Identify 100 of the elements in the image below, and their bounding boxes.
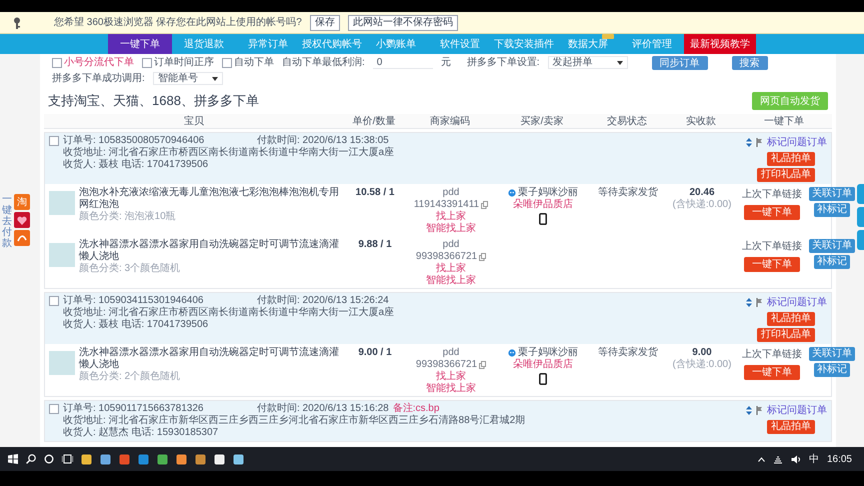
profit-input[interactable]: 0 (372, 56, 433, 69)
checkbox[interactable] (49, 296, 59, 306)
filter-button[interactable]: 同步订单 (652, 56, 708, 70)
seller-name[interactable]: 朵唯伊品质店 (513, 359, 573, 371)
unit-label: 元 (440, 56, 451, 70)
taobao-tile[interactable]: 淘 (14, 194, 30, 210)
swoosh-tile-icon[interactable] (14, 230, 30, 246)
nav-tab[interactable]: 异常订单 (236, 34, 300, 54)
last-order-link[interactable]: 上次下单链接 (742, 187, 802, 202)
find-supplier-link[interactable]: 智能找上家 (426, 383, 476, 395)
app-icon (100, 454, 111, 464)
gift-button[interactable]: 礼品拍单 (767, 312, 815, 326)
pay-time: 付款时间: 2020/6/13 15:38:05 (257, 135, 389, 146)
nav-tab[interactable]: 退货退款 (172, 34, 236, 54)
gift-button[interactable]: 打印礼品单 (757, 328, 815, 342)
sku-info: 颜色分类: 泡泡液10瓶 (79, 211, 177, 223)
side-tab[interactable] (857, 207, 864, 227)
speaker-icon (790, 454, 801, 464)
nav-tab[interactable]: 小鹦账单 (364, 34, 428, 54)
link-order-button[interactable]: 补标记 (814, 363, 850, 377)
sort-arrows-icon (746, 138, 752, 147)
prompt-button[interactable]: 此网站一律不保存密码 (348, 14, 458, 30)
find-supplier-link[interactable]: 智能找上家 (426, 223, 476, 235)
phone-icon (539, 213, 547, 225)
checkbox[interactable] (49, 136, 59, 146)
find-supplier-link[interactable]: 智能找上家 (426, 275, 476, 287)
chat-icon (508, 189, 516, 197)
gift-button[interactable]: 打印礼品单 (757, 168, 815, 182)
flag-order-link[interactable]: 标记问题订单 (767, 403, 827, 418)
checkbox[interactable] (52, 58, 62, 68)
unit-price: 10.58 / 1 (354, 187, 396, 200)
pay-time: 付款时间: 2020/6/13 15:16:28 (257, 403, 389, 414)
column-header: 商家编码 (429, 114, 471, 128)
shipping-address: 收货地址: 河北省石家庄市桥西区南长街道南长街道中华南大街一江大厦a座 (62, 307, 394, 318)
shipping-fee: (含快递:0.00) (672, 359, 732, 371)
receiver-info: 收货人: 聂枝 电话: 17041739506 (62, 319, 210, 331)
find-supplier-link[interactable]: 找上家 (436, 211, 466, 223)
swoosh-icon (17, 234, 27, 242)
seller-name[interactable]: 朵唯伊品质店 (513, 199, 573, 211)
column-header: 单价/数量 (352, 114, 396, 128)
link-order-button[interactable]: 关联订单 (809, 347, 855, 361)
prompt-button[interactable]: 保存 (310, 14, 340, 30)
order-number: 订单号: 1059034115301946406 (63, 295, 204, 306)
nav-tab[interactable]: 授权代购帐号 (300, 34, 364, 54)
checkbox[interactable] (49, 404, 59, 414)
dropdown-icon (616, 60, 623, 64)
side-tab[interactable] (857, 184, 864, 204)
phone-icon (539, 373, 547, 385)
clock[interactable]: 16:05 (826, 452, 852, 466)
buyer-name[interactable]: 栗子妈咪沙丽 (518, 187, 578, 199)
find-supplier-link[interactable]: 找上家 (436, 371, 466, 383)
field-label: 拼多多下单设置: (466, 56, 540, 70)
product-title[interactable]: 洗水神器漂水器漂水器家用自动洗碗器定时可调节流速滴灌懒人浇地 (79, 239, 345, 263)
amount-received: 20.46 (689, 187, 715, 198)
one-click-order-button[interactable]: 一键下单 (744, 365, 800, 380)
nav-tab[interactable]: 评价管理 (620, 34, 684, 54)
ime-indicator[interactable]: 中 (808, 452, 819, 466)
nav-tab[interactable]: 下载安装插件 (492, 34, 556, 54)
flag-order-link[interactable]: 标记问题订单 (767, 135, 827, 150)
link-order-button[interactable]: 补标记 (814, 203, 850, 217)
checkbox-label: 自动下单 (234, 56, 274, 70)
last-order-link[interactable]: 上次下单链接 (742, 347, 802, 362)
one-click-order-button[interactable]: 一键下单 (744, 205, 800, 220)
windows-start-icon (8, 454, 18, 464)
nav-tab[interactable]: 数据大屏 (556, 34, 620, 54)
link-order-button[interactable]: 关联订单 (809, 187, 855, 201)
nav-tab[interactable]: 最新视频教学 (684, 34, 756, 54)
key-icon (12, 16, 22, 28)
buyer-name[interactable]: 栗子妈咪沙丽 (518, 347, 578, 359)
checkbox[interactable] (222, 58, 232, 68)
last-order-link[interactable]: 上次下单链接 (742, 239, 802, 254)
field-label: 自动下单最低利润: (282, 56, 365, 70)
heart-tile-icon[interactable] (14, 212, 30, 228)
product-title[interactable]: 泡泡水补充液浓缩液无毒儿童泡泡液七彩泡泡棒泡泡机专用网红泡泡 (79, 187, 345, 211)
link-order-button[interactable]: 补标记 (814, 255, 850, 269)
link-order-button[interactable]: 关联订单 (809, 239, 855, 253)
app-icon (81, 454, 92, 464)
find-supplier-link[interactable]: 找上家 (436, 263, 466, 275)
one-click-order-button[interactable]: 一键下单 (744, 257, 800, 272)
column-header: 买家/卖家 (520, 114, 564, 128)
order-number: 订单号: 1059011715663781326 (63, 403, 204, 414)
nav-tab[interactable]: 软件设置 (428, 34, 492, 54)
section-heading: 支持淘宝、天猫、1688、拼多多下单 (48, 92, 259, 110)
filter-button[interactable]: 搜索 (732, 56, 768, 70)
column-header: 实收款 (685, 114, 717, 128)
flag-order-link[interactable]: 标记问题订单 (767, 295, 827, 310)
circle-icon (44, 454, 54, 464)
app-icon (176, 454, 187, 464)
app-icon (214, 454, 225, 464)
side-tab[interactable] (857, 230, 864, 250)
checkbox[interactable] (142, 58, 152, 68)
product-title[interactable]: 洗水神器漂水器漂水器家用自动洗碗器定时可调节流速滴灌懒人浇地 (79, 347, 345, 371)
nav-tab[interactable]: 一键下单 (108, 34, 172, 54)
pdd-setting-select[interactable]: 发起拼单 (548, 56, 628, 69)
gift-button[interactable]: 礼品拍单 (767, 152, 815, 166)
gift-button[interactable]: 礼品拍单 (767, 420, 815, 434)
flag-icon (756, 406, 763, 415)
pdd-success-select[interactable]: 智能单号 (152, 72, 223, 85)
shipping-fee: (含快递:0.00) (672, 199, 732, 211)
task-view-icon (62, 454, 73, 464)
